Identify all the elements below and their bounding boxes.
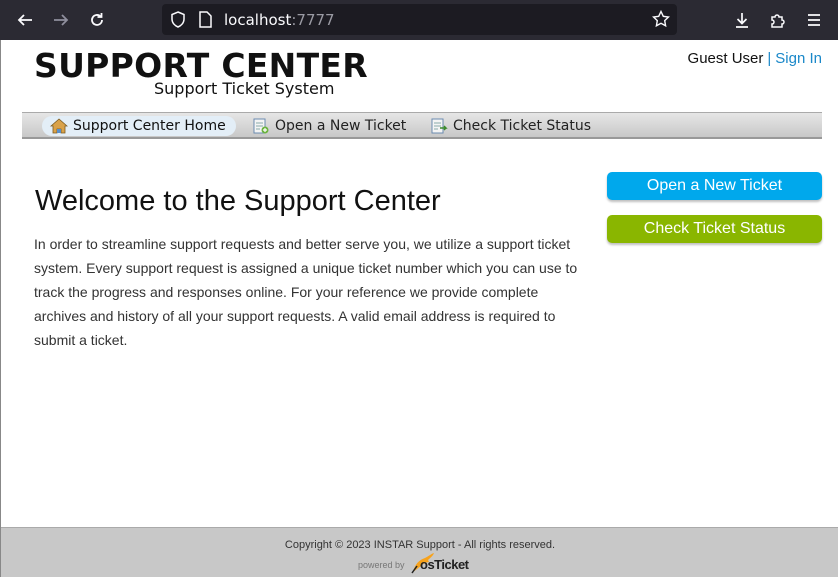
back-button[interactable] <box>14 9 36 31</box>
home-icon <box>50 118 68 134</box>
address-bar[interactable]: localhost:7777 <box>162 4 677 35</box>
puzzle-icon <box>771 14 785 28</box>
forward-button[interactable] <box>50 9 72 31</box>
page-content: SUPPORT CENTER Support Ticket System Gue… <box>0 40 838 577</box>
site-subtitle: Support Ticket System <box>154 79 335 98</box>
check-status-icon <box>430 118 448 134</box>
url-text[interactable]: localhost:7777 <box>224 11 335 29</box>
powered-by-text: powered by <box>358 560 405 570</box>
download-icon <box>736 13 748 28</box>
sign-in-link[interactable]: Sign In <box>775 50 822 67</box>
hamburger-icon <box>808 14 820 26</box>
shield-icon[interactable] <box>170 11 186 33</box>
menu-button[interactable] <box>803 9 825 31</box>
bookmark-star-icon[interactable] <box>651 9 671 33</box>
intro-text: In order to streamline support requests … <box>34 236 578 348</box>
nav-item-label: Check Ticket Status <box>453 118 591 134</box>
check-ticket-status-button[interactable]: Check Ticket Status <box>607 215 822 243</box>
guest-user-label: Guest User <box>687 50 764 67</box>
forward-arrow-icon <box>54 14 69 26</box>
osticket-brand[interactable]: osTicket <box>420 557 469 572</box>
nav-item-check-status[interactable]: Check Ticket Status <box>422 116 601 136</box>
welcome-heading: Welcome to the Support Center <box>35 185 441 217</box>
back-arrow-icon <box>17 14 32 26</box>
reload-button[interactable] <box>86 9 108 31</box>
new-ticket-icon <box>252 118 270 134</box>
nav-item-label: Open a New Ticket <box>275 118 407 134</box>
separator: | <box>767 50 772 67</box>
downloads-button[interactable] <box>731 9 753 31</box>
copyright-text: Copyright © 2023 INSTAR Support - All ri… <box>284 539 556 551</box>
nav-item-new-ticket[interactable]: Open a New Ticket <box>244 116 416 136</box>
nav-item-label: Support Center Home <box>73 118 226 134</box>
user-box: Guest User | Sign In <box>688 50 822 67</box>
nav-item-home[interactable]: Support Center Home <box>42 116 236 136</box>
extensions-button[interactable] <box>767 9 789 31</box>
footer: Copyright © 2023 INSTAR Support - All ri… <box>1 527 838 577</box>
browser-toolbar: localhost:7777 <box>0 0 838 40</box>
reload-icon <box>91 13 103 26</box>
page-icon <box>198 11 212 33</box>
main-nav: Support Center Home Open a New Ticket Ch… <box>22 112 822 139</box>
open-new-ticket-button[interactable]: Open a New Ticket <box>607 172 822 200</box>
